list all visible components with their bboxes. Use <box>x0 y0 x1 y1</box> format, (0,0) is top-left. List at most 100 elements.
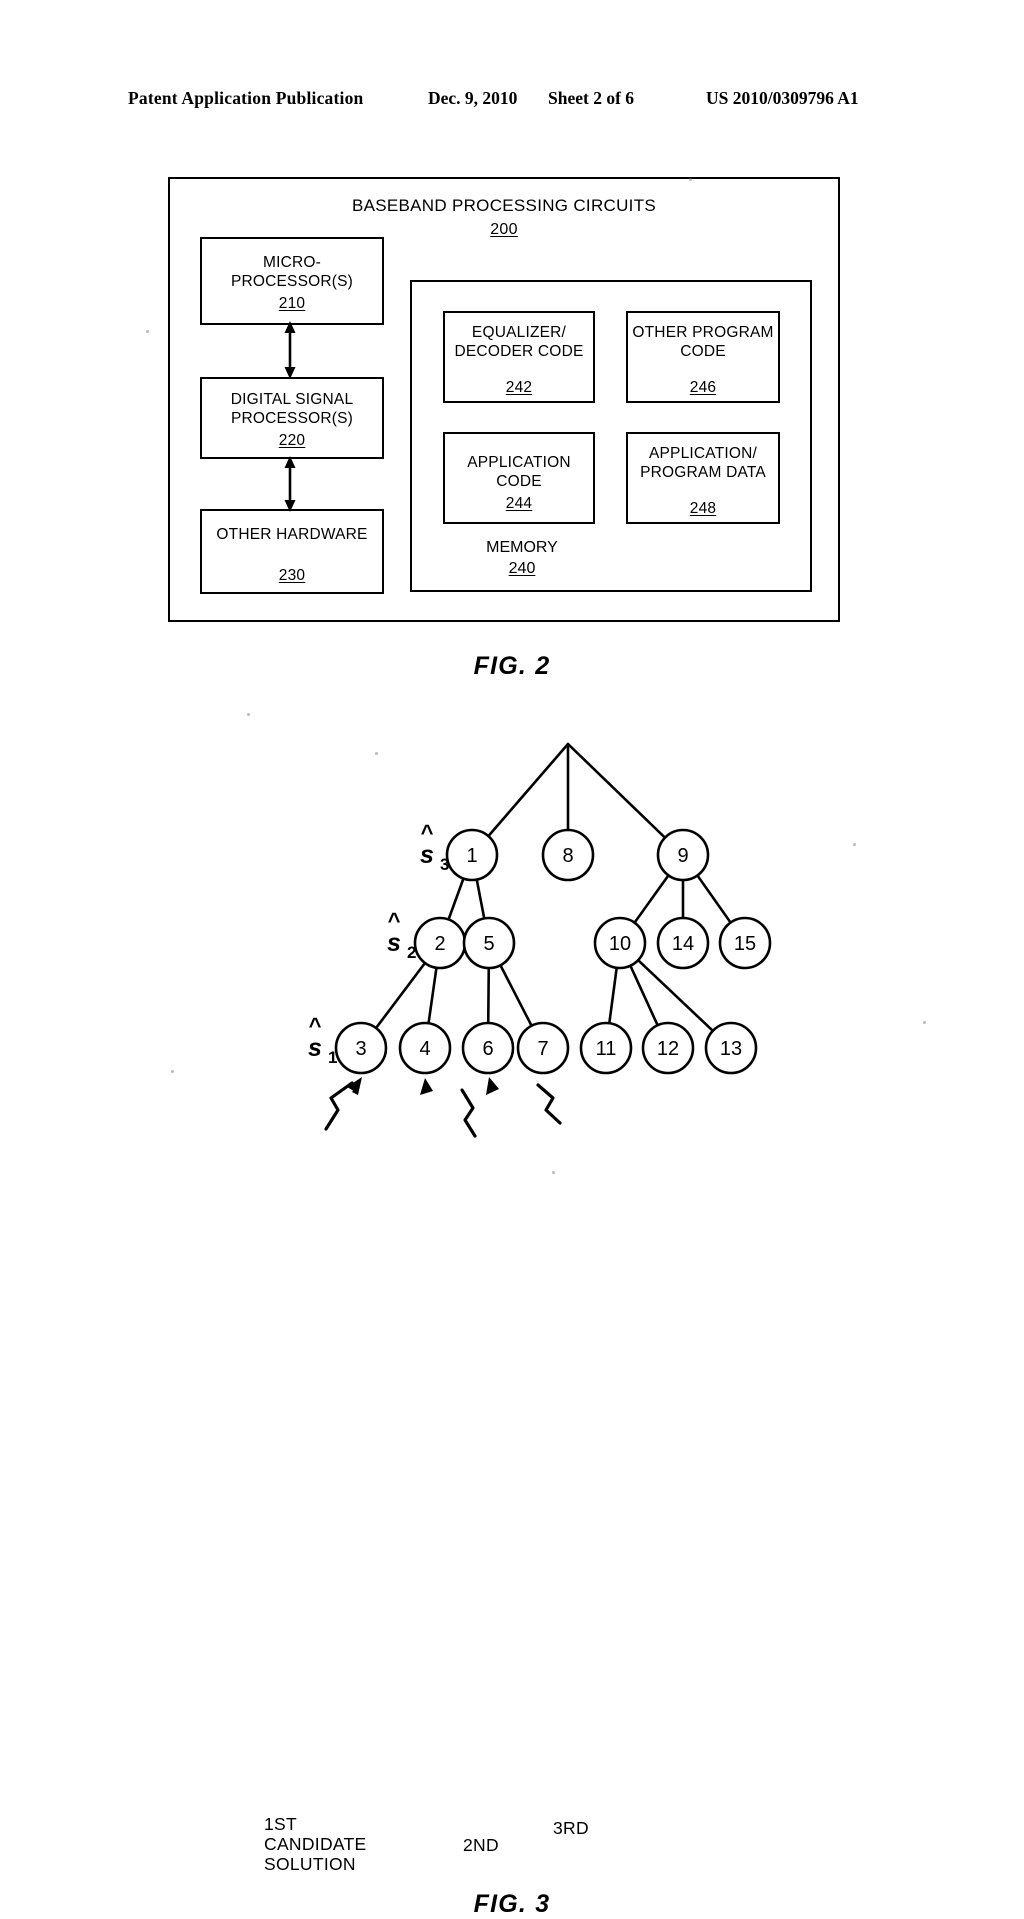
block-other-hardware-label: OTHER HARDWARE <box>216 526 368 543</box>
svg-text:s: s <box>387 929 401 957</box>
tree-edge <box>486 966 491 1025</box>
block-other-program-code-ref: 246 <box>689 379 717 396</box>
block-application-code-ref: 244 <box>505 495 533 512</box>
tree-node-9[interactable]: 9 <box>656 828 710 882</box>
tree-node-10[interactable]: 10 <box>593 916 647 970</box>
scan-speck <box>146 330 149 333</box>
figure-3: 1 8 9 2 5 10 14 15 3 4 6 7 11 12 13 ^ s 3 ^ s 2 ^ s 1 <box>0 700 1024 1918</box>
tree-node-label: 10 <box>609 933 631 955</box>
block-microprocessor-label: MICRO- PROCESSOR(S) <box>230 254 354 290</box>
scan-speck <box>689 178 692 181</box>
tree-node-5[interactable]: 5 <box>462 916 516 970</box>
tree-edge <box>566 742 667 839</box>
tree-edge <box>696 874 732 924</box>
svg-text:1: 1 <box>328 1048 337 1067</box>
tree-node-13[interactable]: 13 <box>704 1021 758 1075</box>
tree-edge <box>636 958 715 1033</box>
tree-node-label: 13 <box>720 1038 742 1060</box>
tree-node-1[interactable]: 1 <box>445 828 499 882</box>
block-other-program-code: OTHER PROGRAM CODE 246 <box>626 311 780 403</box>
pointer-arrow-3rd <box>486 1077 562 1125</box>
scan-speck <box>853 843 856 846</box>
tree-edge <box>608 966 618 1025</box>
tree-node-12[interactable]: 12 <box>641 1021 695 1075</box>
annotation-first-candidate: 1ST CANDIDATE SOLUTION <box>264 1814 367 1874</box>
scan-speck <box>552 1171 555 1174</box>
figure-2-title-text: BASEBAND PROCESSING CIRCUITS <box>351 196 657 215</box>
pointer-arrow-2nd <box>420 1078 477 1138</box>
svg-text:3: 3 <box>440 855 449 874</box>
level-label-s2: ^ s 2 <box>387 908 416 962</box>
tree-edge-group <box>374 742 732 1033</box>
block-microprocessor-ref: 210 <box>278 295 306 312</box>
annotation-third: 3RD <box>553 1818 589 1838</box>
figure-2-caption: FIG. 2 <box>473 652 551 680</box>
tree-node-14[interactable]: 14 <box>656 916 710 970</box>
block-equalizer-decoder-code-ref: 242 <box>505 379 533 396</box>
tree-node-label: 3 <box>355 1038 366 1060</box>
figure-2-title: BASEBAND PROCESSING CIRCUITS 200 <box>168 196 840 239</box>
scan-speck <box>247 713 250 716</box>
block-memory-label-group: MEMORY 240 <box>410 537 634 579</box>
tree-node-7[interactable]: 7 <box>516 1021 570 1075</box>
tree-node-label: 5 <box>483 933 494 955</box>
arrow-microprocessor-dsp <box>284 321 296 379</box>
block-digital-signal-processor: DIGITAL SIGNAL PROCESSOR(S) 220 <box>200 377 384 459</box>
level-label-s3: ^ s 3 <box>420 820 449 874</box>
block-other-program-code-label: OTHER PROGRAM CODE <box>632 324 774 360</box>
tree-node-label: 6 <box>482 1038 493 1060</box>
level-label-s1: ^ s 1 <box>308 1013 337 1067</box>
tree-node-8[interactable]: 8 <box>541 828 595 882</box>
figure-3-caption: FIG. 3 <box>473 1890 551 1918</box>
tree-node-label: 14 <box>672 933 694 955</box>
block-dsp-ref: 220 <box>278 432 306 449</box>
tree-node-11[interactable]: 11 <box>579 1021 633 1075</box>
block-application-program-data-ref: 248 <box>689 500 717 517</box>
tree-edge <box>475 878 486 920</box>
block-application-program-data-label: APPLICATION/ PROGRAM DATA <box>640 445 766 481</box>
tree-node-label: 2 <box>434 933 445 955</box>
search-tree-graphic: 1 8 92 5 10 14 153 4 6 7 11 12 13 ^ s 3 ^ s 2 ^ s 1 <box>308 742 772 1138</box>
tree-edge <box>427 966 438 1025</box>
tree-node-2[interactable]: 2 <box>413 916 467 970</box>
tree-node-6[interactable]: 6 <box>461 1021 515 1075</box>
block-memory-ref: 240 <box>508 560 536 577</box>
tree-edge <box>374 961 427 1030</box>
block-application-code: APPLICATION CODE 244 <box>443 432 595 524</box>
block-equalizer-decoder-code-label: EQUALIZER/ DECODER CODE <box>454 324 584 360</box>
tree-edge <box>499 963 533 1028</box>
block-application-program-data: APPLICATION/ PROGRAM DATA 248 <box>626 432 780 524</box>
tree-node-label: 9 <box>677 845 688 867</box>
tree-node-label: 7 <box>537 1038 548 1060</box>
annotation-second: 2ND <box>463 1835 499 1855</box>
tree-node-label: 4 <box>419 1038 430 1060</box>
scan-speck <box>171 1070 174 1073</box>
block-equalizer-decoder-code: EQUALIZER/ DECODER CODE 242 <box>443 311 595 403</box>
tree-node-label: 15 <box>734 933 756 955</box>
tree-node-label: 11 <box>596 1038 617 1060</box>
tree-edge <box>447 877 465 921</box>
block-dsp-label: DIGITAL SIGNAL PROCESSOR(S) <box>230 391 354 427</box>
tree-edge <box>487 742 570 838</box>
svg-text:2: 2 <box>407 943 416 962</box>
tree-node-15[interactable]: 15 <box>718 916 772 970</box>
tree-edge <box>633 874 670 924</box>
scan-speck <box>375 752 378 755</box>
figure-2: BASEBAND PROCESSING CIRCUITS 200 MICRO- … <box>0 0 1024 700</box>
svg-text:s: s <box>420 841 434 869</box>
scan-speck <box>923 1021 926 1024</box>
arrow-dsp-other-hardware <box>284 456 296 512</box>
tree-node-label: 8 <box>562 845 573 867</box>
pointer-arrow-1st <box>324 1077 362 1131</box>
tree-node-label: 1 <box>466 845 477 867</box>
tree-node-3[interactable]: 3 <box>334 1021 388 1075</box>
block-application-code-label: APPLICATION CODE <box>467 454 571 490</box>
block-memory-label: MEMORY <box>486 539 558 556</box>
tree-node-label: 12 <box>657 1038 679 1060</box>
block-other-hardware-ref: 230 <box>278 567 306 584</box>
tree-node-4[interactable]: 4 <box>398 1021 452 1075</box>
block-microprocessor: MICRO- PROCESSOR(S) 210 <box>200 237 384 325</box>
svg-text:s: s <box>308 1034 322 1062</box>
tree-node-group: 1 8 9 2 5 10 14 15 3 4 6 7 11 12 13 <box>334 828 772 1075</box>
block-other-hardware: OTHER HARDWARE 230 <box>200 509 384 594</box>
